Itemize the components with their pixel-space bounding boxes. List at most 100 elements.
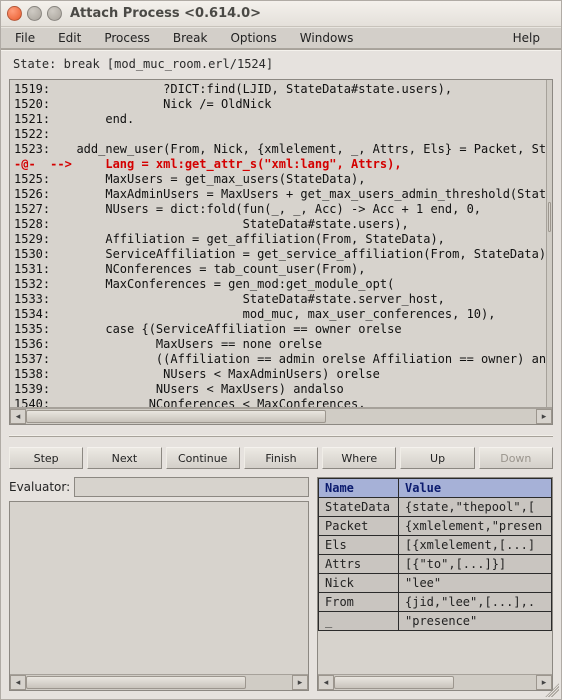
table-row[interactable]: From{jid,"lee",[...],. [319, 593, 552, 612]
code-line[interactable]: 1530: ServiceAffiliation = get_service_a… [14, 247, 546, 262]
maximize-icon[interactable] [47, 6, 62, 21]
scrollbar-thumb[interactable] [548, 202, 551, 232]
scroll-right-icon[interactable]: ▸ [536, 409, 552, 424]
line-text: add_new_user(From, Nick, {xmlelement, _,… [62, 142, 546, 157]
close-icon[interactable] [7, 6, 22, 21]
code-line[interactable]: 1537: ((Affiliation == admin orelse Affi… [14, 352, 546, 367]
menu-help[interactable]: Help [505, 29, 555, 47]
code-line[interactable]: 1522: [14, 127, 546, 142]
code-line[interactable]: 1528: StateData#state.users), [14, 217, 546, 232]
code-lines[interactable]: 1519: ?DICT:find(LJID, StateData#state.u… [10, 80, 546, 407]
code-line[interactable]: 1527: NUsers = dict:fold(fun(_, _, Acc) … [14, 202, 546, 217]
code-line[interactable]: 1532: MaxConferences = gen_mod:get_modul… [14, 277, 546, 292]
scroll-left-icon[interactable]: ◂ [10, 675, 26, 690]
evaluator-label: Evaluator: [9, 480, 70, 494]
table-row[interactable]: StateData{state,"thepool",[ [319, 498, 552, 517]
menu-options[interactable]: Options [222, 29, 291, 47]
line-text: StateData#state.server_host, [62, 292, 546, 307]
splitter[interactable] [9, 431, 553, 441]
code-line[interactable]: 1523: add_new_user(From, Nick, {xmleleme… [14, 142, 546, 157]
table-row[interactable]: _"presence" [319, 612, 552, 631]
table-row[interactable]: Els[{xmlelement,[...] [319, 536, 552, 555]
evaluator-output: ◂ ▸ [9, 501, 309, 691]
line-text: Lang = xml:get_attr_s("xml:lang", Attrs)… [62, 157, 546, 172]
line-text: case {(ServiceAffiliation == owner orels… [62, 322, 546, 337]
where-button[interactable]: Where [322, 447, 396, 469]
line-text: Affiliation = get_affiliation(From, Stat… [62, 232, 546, 247]
code-vscrollbar[interactable] [546, 80, 552, 407]
code-line[interactable]: 1521: end. [14, 112, 546, 127]
line-number: 1523: [14, 142, 62, 157]
line-number: 1534: [14, 307, 62, 322]
continue-button[interactable]: Continue [166, 447, 240, 469]
line-number: 1519: [14, 82, 62, 97]
line-text: MaxAdminUsers = MaxUsers + get_max_users… [62, 187, 546, 202]
line-text: NConferences = tab_count_user(From), [62, 262, 546, 277]
code-line[interactable]: 1520: Nick /= OldNick [14, 97, 546, 112]
next-button[interactable]: Next [87, 447, 161, 469]
code-line[interactable]: 1531: NConferences = tab_count_user(From… [14, 262, 546, 277]
code-hscrollbar[interactable]: ◂ ▸ [10, 408, 552, 424]
up-button[interactable]: Up [400, 447, 474, 469]
line-number: 1526: [14, 187, 62, 202]
line-number: 1531: [14, 262, 62, 277]
scrollbar-thumb[interactable] [26, 676, 246, 689]
code-line[interactable]: 1519: ?DICT:find(LJID, StateData#state.u… [14, 82, 546, 97]
line-text: NConferences < MaxConferences, [62, 397, 546, 408]
col-header-value[interactable]: Value [399, 479, 552, 498]
var-name: Packet [319, 517, 399, 536]
code-line[interactable]: 1540: NConferences < MaxConferences, [14, 397, 546, 408]
code-line[interactable]: 1535: case {(ServiceAffiliation == owner… [14, 322, 546, 337]
var-value: "presence" [399, 612, 552, 631]
line-number: 1522: [14, 127, 62, 142]
code-pane: 1519: ?DICT:find(LJID, StateData#state.u… [9, 79, 553, 425]
variables-pane: Name Value StateData{state,"thepool",[Pa… [317, 477, 553, 691]
table-row[interactable]: Packet{xmlelement,"presen [319, 517, 552, 536]
line-number: 1540: [14, 397, 62, 408]
scrollbar-thumb[interactable] [26, 410, 326, 423]
line-text: ?DICT:find(LJID, StateData#state.users), [62, 82, 546, 97]
menu-break[interactable]: Break [165, 29, 223, 47]
code-line[interactable]: 1525: MaxUsers = get_max_users(StateData… [14, 172, 546, 187]
scroll-right-icon[interactable]: ▸ [292, 675, 308, 690]
evaluator-hscrollbar[interactable]: ◂ ▸ [10, 674, 308, 690]
line-number: 1537: [14, 352, 62, 367]
line-text: ((Affiliation == admin orelse Affiliatio… [62, 352, 546, 367]
scroll-left-icon[interactable]: ◂ [318, 675, 334, 690]
menu-process[interactable]: Process [96, 29, 165, 47]
window: Attach Process <0.614.0> File Edit Proce… [0, 0, 562, 700]
line-number: 1538: [14, 367, 62, 382]
evaluator-pane: Evaluator: ◂ ▸ [9, 477, 309, 691]
code-line[interactable]: 1534: mod_muc, max_user_conferences, 10)… [14, 307, 546, 322]
step-button[interactable]: Step [9, 447, 83, 469]
code-line[interactable]: 1536: MaxUsers == none orelse [14, 337, 546, 352]
scroll-left-icon[interactable]: ◂ [10, 409, 26, 424]
scrollbar-thumb[interactable] [334, 676, 454, 689]
code-line[interactable]: 1538: NUsers < MaxAdminUsers) orelse [14, 367, 546, 382]
var-name: From [319, 593, 399, 612]
code-line[interactable]: -@- --> Lang = xml:get_attr_s("xml:lang"… [14, 157, 546, 172]
var-value: {xmlelement,"presen [399, 517, 552, 536]
resize-grip-icon[interactable] [545, 683, 559, 697]
menubar: File Edit Process Break Options Windows … [1, 27, 561, 49]
line-number: 1529: [14, 232, 62, 247]
menu-file[interactable]: File [7, 29, 50, 47]
code-line[interactable]: 1526: MaxAdminUsers = MaxUsers + get_max… [14, 187, 546, 202]
code-line[interactable]: 1533: StateData#state.server_host, [14, 292, 546, 307]
minimize-icon[interactable] [27, 6, 42, 21]
evaluator-input[interactable] [74, 477, 309, 497]
line-text: MaxUsers == none orelse [62, 337, 546, 352]
line-number: 1521: [14, 112, 62, 127]
table-row[interactable]: Nick"lee" [319, 574, 552, 593]
variables-hscrollbar[interactable]: ◂ ▸ [318, 674, 552, 690]
code-line[interactable]: 1529: Affiliation = get_affiliation(From… [14, 232, 546, 247]
line-text: StateData#state.users), [62, 217, 546, 232]
col-header-name[interactable]: Name [319, 479, 399, 498]
menu-edit[interactable]: Edit [50, 29, 96, 47]
code-line[interactable]: 1539: NUsers < MaxUsers) andalso [14, 382, 546, 397]
line-number: 1525: [14, 172, 62, 187]
finish-button[interactable]: Finish [244, 447, 318, 469]
line-text: Nick /= OldNick [62, 97, 546, 112]
menu-windows[interactable]: Windows [292, 29, 369, 47]
table-row[interactable]: Attrs[{"to",[...]}] [319, 555, 552, 574]
